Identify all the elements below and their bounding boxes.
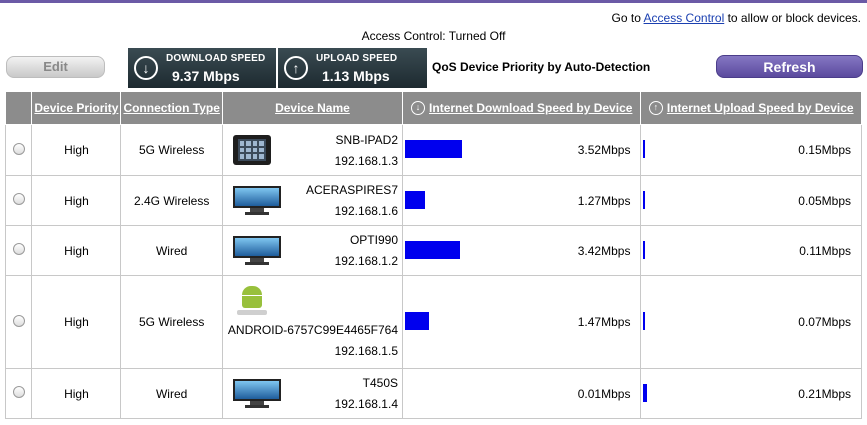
column-header-upload[interactable]: ↑ Internet Upload Speed by Device [640, 91, 862, 125]
upload-speed-cell: 0.11Mbps [640, 225, 862, 276]
device-priority: High [31, 275, 122, 369]
connection-type: 5G Wireless [120, 275, 223, 369]
table-header-row: Device Priority Connection Type Device N… [4, 91, 862, 125]
upload-arrow-icon: ↑ [648, 101, 663, 116]
device-name-cell: ANDROID-6757C99E4465F764 192.168.1.5 [221, 275, 404, 369]
table-row: High Wired T450S 192.168.1.4 0.01Mbps 0.… [4, 368, 862, 419]
upload-bar [643, 191, 646, 209]
download-bar [405, 140, 462, 158]
download-speed-value: 1.27Mbps [577, 193, 631, 208]
connection-type: 5G Wireless [120, 124, 223, 176]
download-speed-cell: 3.52Mbps [401, 124, 642, 176]
download-speed-cell: 3.42Mbps [401, 225, 642, 276]
access-control-hint: Go to Access Control to allow or block d… [612, 11, 861, 25]
upload-speed-title: UPLOAD SPEED [316, 53, 398, 64]
download-speed-value: 3.42Mbps [577, 243, 631, 258]
monitor-icon [232, 186, 281, 216]
column-header-download-label: Internet Download Speed by Device [429, 100, 633, 115]
device-table: Device Priority Connection Type Device N… [4, 91, 862, 419]
upload-speed-value: 1.13 Mbps [322, 68, 390, 84]
table-row: High 5G Wireless SNB-IPAD2 192.168.1.3 3… [4, 124, 862, 176]
edit-button[interactable]: Edit [6, 56, 105, 78]
connection-type: Wired [120, 368, 223, 419]
qos-label: QoS Device Priority by Auto-Detection [432, 60, 651, 74]
column-header-device-name[interactable]: Device Name [221, 91, 404, 125]
upload-speed-panel: ↑ UPLOAD SPEED 1.13 Mbps [278, 48, 427, 88]
upload-bar [643, 140, 646, 158]
goto-prefix: Go to [611, 11, 641, 25]
access-control-link[interactable]: Access Control [644, 11, 725, 25]
download-speed-cell: 1.27Mbps [401, 175, 642, 226]
column-header-download[interactable]: ↓ Internet Download Speed by Device [401, 91, 642, 125]
download-bar [405, 241, 460, 259]
select-column-header [4, 91, 33, 125]
device-name-cell: ACERASPIRES7 192.168.1.6 [221, 175, 404, 226]
refresh-button[interactable]: Refresh [716, 55, 863, 78]
goto-suffix: to allow or block devices. [727, 11, 861, 25]
upload-speed-cell: 0.15Mbps [640, 124, 862, 176]
connection-type: 2.4G Wireless [120, 175, 223, 226]
upload-arrow-icon: ↑ [284, 56, 308, 80]
download-speed-value: 9.37 Mbps [172, 68, 240, 84]
download-arrow-icon: ↓ [134, 56, 158, 80]
download-speed-panel: ↓ DOWNLOAD SPEED 9.37 Mbps [128, 48, 276, 88]
download-bar [405, 191, 425, 209]
column-header-connection[interactable]: Connection Type [120, 91, 223, 125]
column-header-upload-label: Internet Upload Speed by Device [666, 100, 854, 115]
download-speed-cell: 1.47Mbps [401, 275, 642, 369]
device-priority: High [31, 175, 122, 226]
device-select-radio[interactable] [12, 193, 25, 205]
android-icon [235, 286, 269, 316]
download-speed-cell: 0.01Mbps [401, 368, 642, 419]
top-accent-line [0, 0, 867, 3]
device-name-cell: SNB-IPAD2 192.168.1.3 [221, 124, 404, 176]
device-select-radio[interactable] [12, 243, 25, 255]
device-select-radio[interactable] [12, 314, 25, 327]
upload-speed-value: 0.15Mbps [798, 143, 851, 157]
device-ip: 192.168.1.5 [334, 343, 398, 358]
table-row: High 2.4G Wireless ACERASPIRES7 192.168.… [4, 175, 862, 226]
device-select-radio[interactable] [12, 142, 25, 155]
table-row: High Wired OPTI990 192.168.1.2 3.42Mbps … [4, 225, 862, 276]
upload-speed-value: 0.21Mbps [798, 386, 851, 401]
download-bar [405, 312, 429, 330]
connection-type: Wired [120, 225, 223, 276]
upload-speed-cell: 0.07Mbps [640, 275, 862, 369]
device-name-cell: OPTI990 192.168.1.2 [221, 225, 404, 276]
upload-speed-cell: 0.05Mbps [640, 175, 862, 226]
device-priority: High [31, 368, 122, 419]
upload-speed-cell: 0.21Mbps [640, 368, 862, 419]
device-priority: High [31, 124, 122, 176]
monitor-icon [232, 379, 281, 409]
device-name-cell: T450S 192.168.1.4 [221, 368, 404, 419]
table-row: High 5G Wireless ANDROID-6757C99E4465F76… [4, 275, 862, 369]
upload-bar [643, 241, 646, 259]
download-speed-value: 1.47Mbps [577, 315, 631, 329]
upload-speed-value: 0.07Mbps [798, 315, 851, 329]
device-priority: High [31, 225, 122, 276]
upload-bar [643, 384, 648, 402]
download-speed-value: 3.52Mbps [577, 143, 631, 157]
download-arrow-icon: ↓ [411, 101, 426, 116]
device-name: ANDROID-6757C99E4465F764 [227, 322, 398, 337]
device-select-radio[interactable] [12, 386, 25, 398]
download-speed-title: DOWNLOAD SPEED [166, 53, 266, 64]
upload-bar [643, 312, 646, 330]
upload-speed-value: 0.05Mbps [798, 193, 851, 208]
tablet-icon [232, 135, 271, 165]
monitor-icon [232, 236, 281, 266]
upload-speed-value: 0.11Mbps [799, 243, 851, 258]
download-speed-value: 0.01Mbps [577, 386, 631, 401]
access-control-status: Access Control: Turned Off [361, 29, 506, 43]
column-header-priority[interactable]: Device Priority [31, 91, 122, 125]
